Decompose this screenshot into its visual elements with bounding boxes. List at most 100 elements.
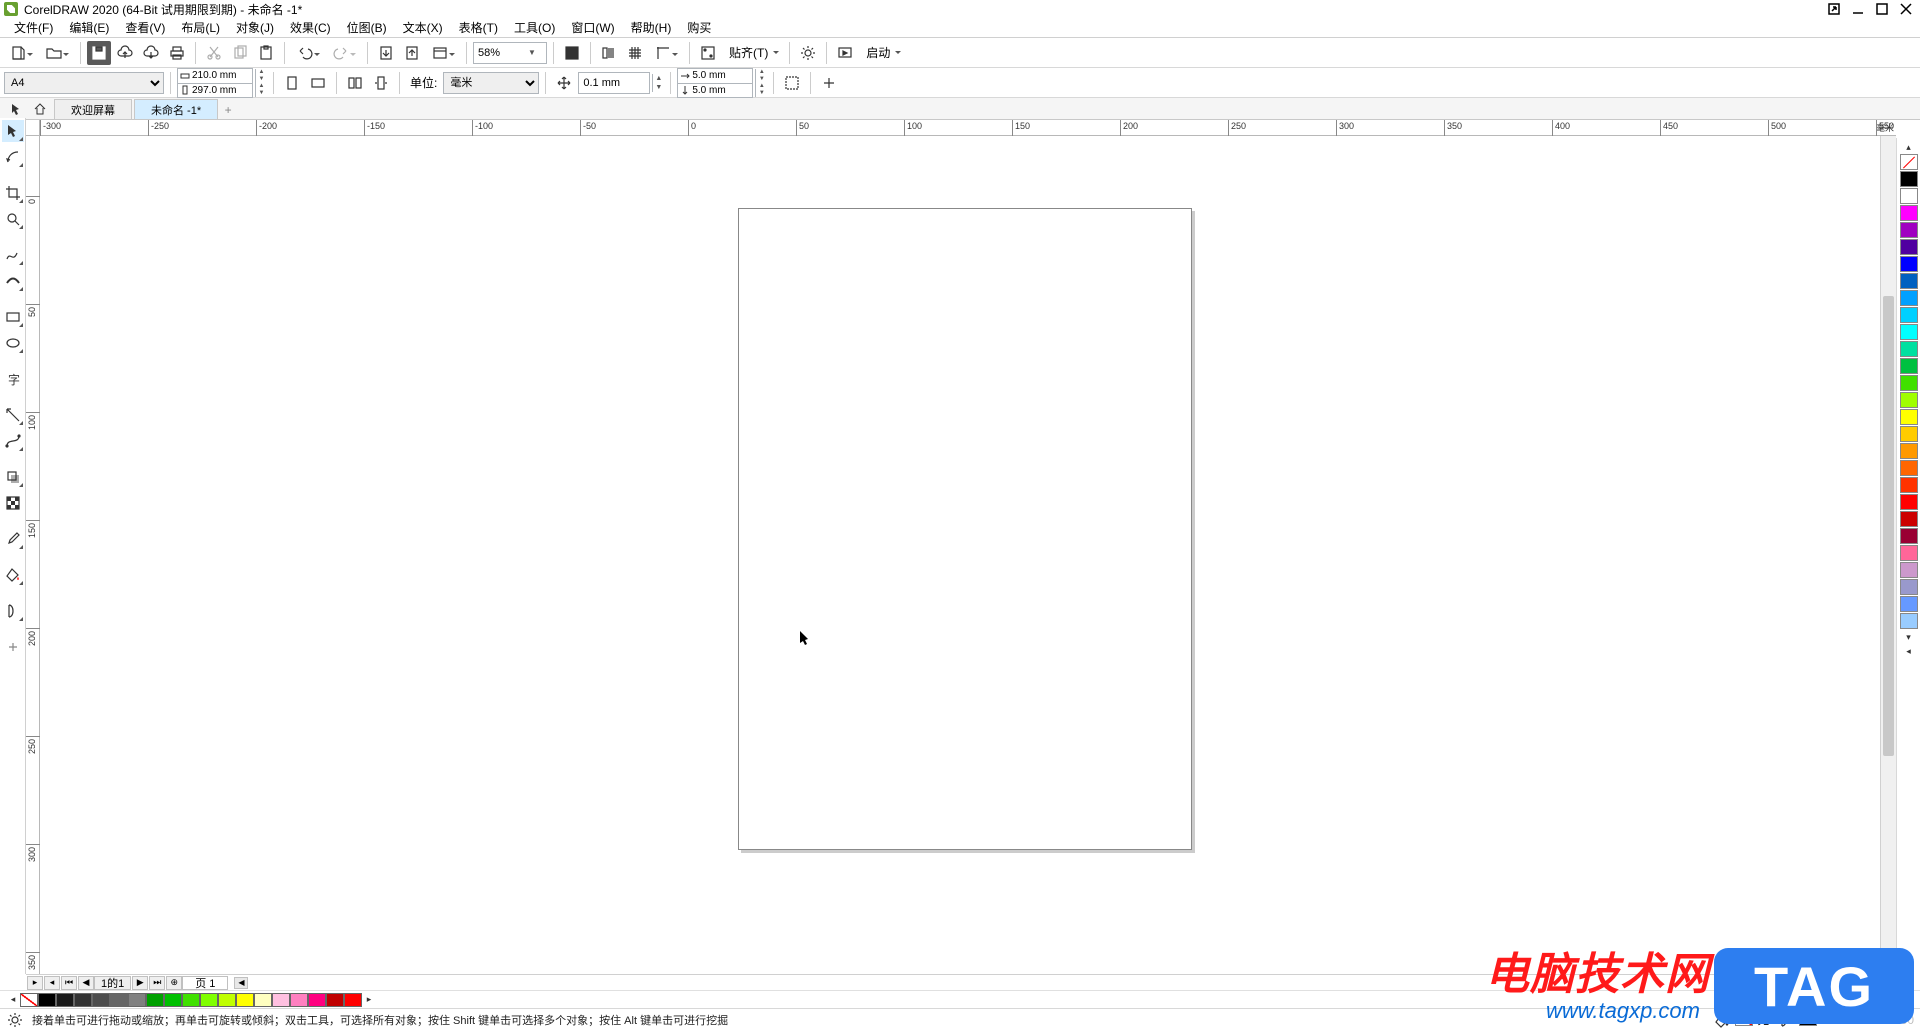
menu-text[interactable]: 文本(X) [395, 17, 451, 38]
color-swatch[interactable] [1900, 273, 1918, 289]
launch-menu[interactable]: 启动 [859, 41, 905, 65]
menu-tools[interactable]: 工具(O) [506, 17, 563, 38]
page-size-select[interactable]: A4 [4, 72, 164, 94]
zoom-tool[interactable] [2, 208, 24, 230]
dup-spinner[interactable]: ▲▼▲▼ [755, 69, 767, 97]
pick-tool-tab-icon[interactable] [4, 99, 28, 119]
color-swatch[interactable] [1900, 154, 1918, 170]
color-swatch[interactable] [1900, 222, 1918, 238]
menu-bitmap[interactable]: 位图(B) [339, 17, 395, 38]
menu-window[interactable]: 窗口(W) [563, 17, 622, 38]
color-swatch[interactable] [1900, 494, 1918, 510]
menu-edit[interactable]: 编辑(E) [61, 17, 117, 38]
color-swatch[interactable] [128, 993, 146, 1007]
color-swatch[interactable] [38, 993, 56, 1007]
ellipse-tool[interactable] [2, 332, 24, 354]
color-swatch[interactable] [1900, 358, 1918, 374]
color-swatch[interactable] [164, 993, 182, 1007]
color-swatch[interactable] [1900, 528, 1918, 544]
color-swatch[interactable] [1900, 613, 1918, 629]
save-button[interactable] [87, 41, 111, 65]
connector-tool[interactable] [2, 430, 24, 452]
menu-help[interactable]: 帮助(H) [623, 17, 680, 38]
page-tab-1[interactable]: 页 1 [182, 976, 228, 990]
page-add-button[interactable]: ⊕ [166, 976, 182, 990]
nudge-input[interactable] [583, 77, 633, 89]
print-button[interactable] [165, 41, 189, 65]
cloud-down-button[interactable] [139, 41, 163, 65]
color-swatch[interactable] [1900, 256, 1918, 272]
bpal-right-arrow[interactable]: ▸ [362, 992, 376, 1008]
home-tab-icon[interactable] [28, 99, 52, 119]
color-swatch[interactable] [146, 993, 164, 1007]
color-swatch[interactable] [1900, 324, 1918, 340]
status-gear-icon[interactable] [6, 1011, 24, 1029]
color-swatch[interactable] [1900, 307, 1918, 323]
color-swatch[interactable] [1900, 579, 1918, 595]
color-swatch[interactable] [218, 993, 236, 1007]
color-swatch[interactable] [1900, 596, 1918, 612]
color-swatch[interactable] [272, 993, 290, 1007]
color-swatch[interactable] [74, 993, 92, 1007]
fullscreen-button[interactable] [560, 41, 584, 65]
color-swatch[interactable] [200, 993, 218, 1007]
publish-button[interactable] [426, 41, 460, 65]
snap-toggle[interactable] [696, 41, 720, 65]
hscroll-left[interactable]: ◀ [234, 977, 248, 989]
dup-x-input[interactable] [692, 70, 750, 81]
menu-buy[interactable]: 购买 [679, 17, 719, 38]
cloud-up-button[interactable] [113, 41, 137, 65]
color-swatch[interactable] [254, 993, 272, 1007]
menu-file[interactable]: 文件(F) [6, 17, 61, 38]
nudge-spinner[interactable]: ▲▼ [652, 74, 664, 92]
copy-button[interactable] [228, 41, 252, 65]
eyedropper-tool[interactable] [2, 528, 24, 550]
minimize-button[interactable] [1848, 1, 1868, 17]
cut-button[interactable] [202, 41, 226, 65]
new-button[interactable] [4, 41, 38, 65]
page-first-button[interactable]: ⏮ [61, 976, 77, 990]
zoom-field[interactable]: ▼ [473, 42, 547, 64]
menu-effects[interactable]: 效果(C) [282, 17, 339, 38]
tab-document[interactable]: 未命名 -1* [134, 99, 218, 119]
open-button[interactable] [40, 41, 74, 65]
color-swatch[interactable] [1900, 290, 1918, 306]
text-tool[interactable]: 字 [2, 368, 24, 390]
color-swatch[interactable] [20, 993, 38, 1007]
shape-tool[interactable] [2, 146, 24, 168]
page-prev-button[interactable]: ◀ [78, 976, 94, 990]
palette-expand-arrow[interactable]: ◂ [1900, 644, 1918, 658]
dimension-tool[interactable] [2, 404, 24, 426]
close-button[interactable] [1896, 1, 1916, 17]
menu-object[interactable]: 对象(J) [228, 17, 282, 38]
pick-tool[interactable] [2, 120, 24, 142]
dup-y-input[interactable] [692, 85, 750, 96]
export-button[interactable] [400, 41, 424, 65]
drawing-area[interactable] [40, 136, 1880, 974]
add-tab-button[interactable]: + [218, 101, 238, 119]
fill-tool[interactable] [2, 564, 24, 586]
rectangle-tool[interactable] [2, 306, 24, 328]
undo-button[interactable] [291, 41, 325, 65]
color-swatch[interactable] [326, 993, 344, 1007]
all-pages-button[interactable] [343, 71, 367, 95]
import-button[interactable] [374, 41, 398, 65]
palette-up-arrow[interactable]: ▴ [1900, 140, 1918, 154]
portrait-button[interactable] [280, 71, 304, 95]
color-swatch[interactable] [1900, 239, 1918, 255]
freehand-tool[interactable] [2, 244, 24, 266]
tab-welcome[interactable]: 欢迎屏幕 [54, 99, 132, 119]
page-last-button[interactable]: ⏭ [149, 976, 165, 990]
nudge-field[interactable] [578, 72, 650, 94]
page-width-input[interactable] [192, 70, 250, 81]
color-swatch[interactable] [56, 993, 74, 1007]
landscape-button[interactable] [306, 71, 330, 95]
color-swatch[interactable] [1900, 188, 1918, 204]
color-swatch[interactable] [1900, 460, 1918, 476]
color-swatch[interactable] [1900, 511, 1918, 527]
outline-tool[interactable] [2, 600, 24, 622]
treat-as-filled-button[interactable] [780, 71, 804, 95]
color-swatch[interactable] [1900, 426, 1918, 442]
options-button[interactable] [796, 41, 820, 65]
nav-prev-arrow-icon[interactable]: ▸ [27, 976, 43, 990]
